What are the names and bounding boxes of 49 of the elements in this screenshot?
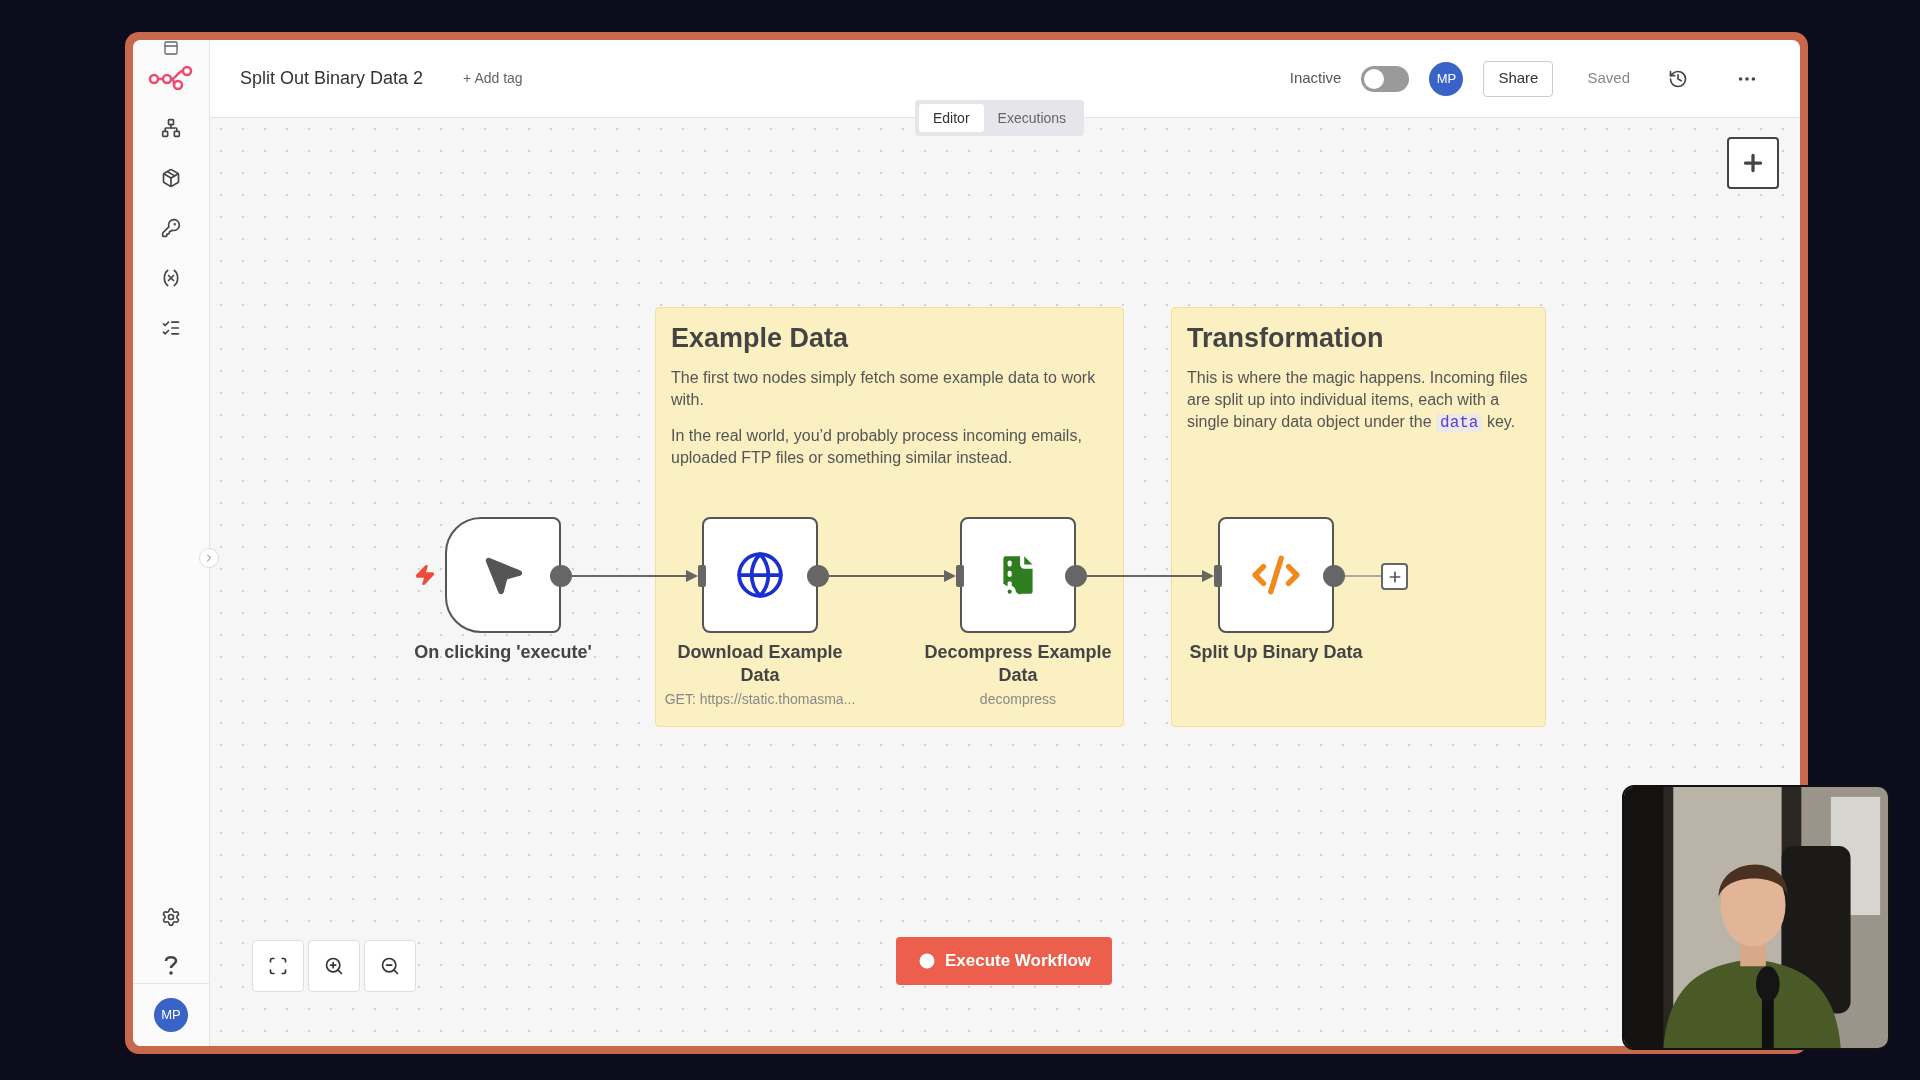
add-node-button[interactable] (1727, 137, 1779, 189)
globe-icon (735, 550, 785, 600)
note-title: Example Data (671, 322, 850, 355)
status-label: Inactive (1289, 68, 1342, 89)
input-handle[interactable] (1214, 565, 1222, 587)
checklist-icon[interactable] (161, 318, 181, 338)
workflow-node[interactable] (702, 517, 818, 633)
workflow-node[interactable] (960, 517, 1076, 633)
note-text: The first two nodes simply fetch some example data to work with. (671, 367, 1097, 410)
panel-icon[interactable] (163, 40, 179, 56)
share-button[interactable]: Share (1483, 60, 1554, 97)
node-subtitle: decompress (979, 690, 1057, 709)
lightning-icon (414, 564, 436, 586)
node-label: Download Example Data (676, 641, 844, 687)
user-avatar[interactable]: MP (154, 998, 188, 1032)
workflow-node[interactable] (1218, 517, 1334, 633)
connection-line (1344, 575, 1381, 577)
node-subtitle: GET: https://static.thomasma... (664, 690, 856, 709)
help-icon[interactable] (164, 955, 178, 975)
add-tag-link[interactable]: + Add tag (463, 68, 523, 89)
zoom-in-button[interactable] (308, 940, 360, 992)
note-text: In the real world, you’d probably process incoming emails, uploaded FTP files or something similar instead. (671, 425, 1083, 468)
view-tab[interactable]: Editor (919, 104, 984, 132)
output-handle[interactable] (550, 565, 572, 587)
key-icon[interactable] (161, 218, 181, 238)
settings-icon[interactable] (161, 907, 181, 927)
history-icon[interactable] (1668, 68, 1688, 89)
note-title: Transformation (1187, 322, 1385, 355)
node-label: On clicking 'execute' (413, 641, 593, 664)
package-icon[interactable] (161, 168, 181, 188)
variable-icon[interactable] (161, 268, 181, 288)
active-toggle[interactable] (1361, 65, 1410, 92)
view-tab[interactable]: Executions (983, 104, 1081, 132)
node-label: Split Up Binary Data (1188, 641, 1364, 664)
node-label: Decompress Example Data (923, 641, 1113, 687)
user-avatar[interactable]: MP (1429, 61, 1464, 96)
fit-view-icon (268, 956, 288, 976)
zoom-out-button[interactable] (364, 940, 416, 992)
workflow-node[interactable] (445, 517, 561, 633)
note-text: This is where the magic happens. Incoming files are split up into individual items, each with a single binary data object under the data key. (1187, 367, 1529, 434)
zoom-out-icon (380, 956, 400, 976)
input-handle[interactable] (956, 565, 964, 587)
input-handle[interactable] (698, 565, 706, 587)
save-status: Saved (1587, 68, 1630, 89)
workflows-icon[interactable] (161, 118, 181, 138)
zoom-in-icon (324, 956, 344, 976)
workflow-title[interactable]: Split Out Binary Data 2 (240, 65, 424, 92)
add-node-button[interactable] (1381, 563, 1408, 590)
logo-icon[interactable] (148, 64, 194, 90)
